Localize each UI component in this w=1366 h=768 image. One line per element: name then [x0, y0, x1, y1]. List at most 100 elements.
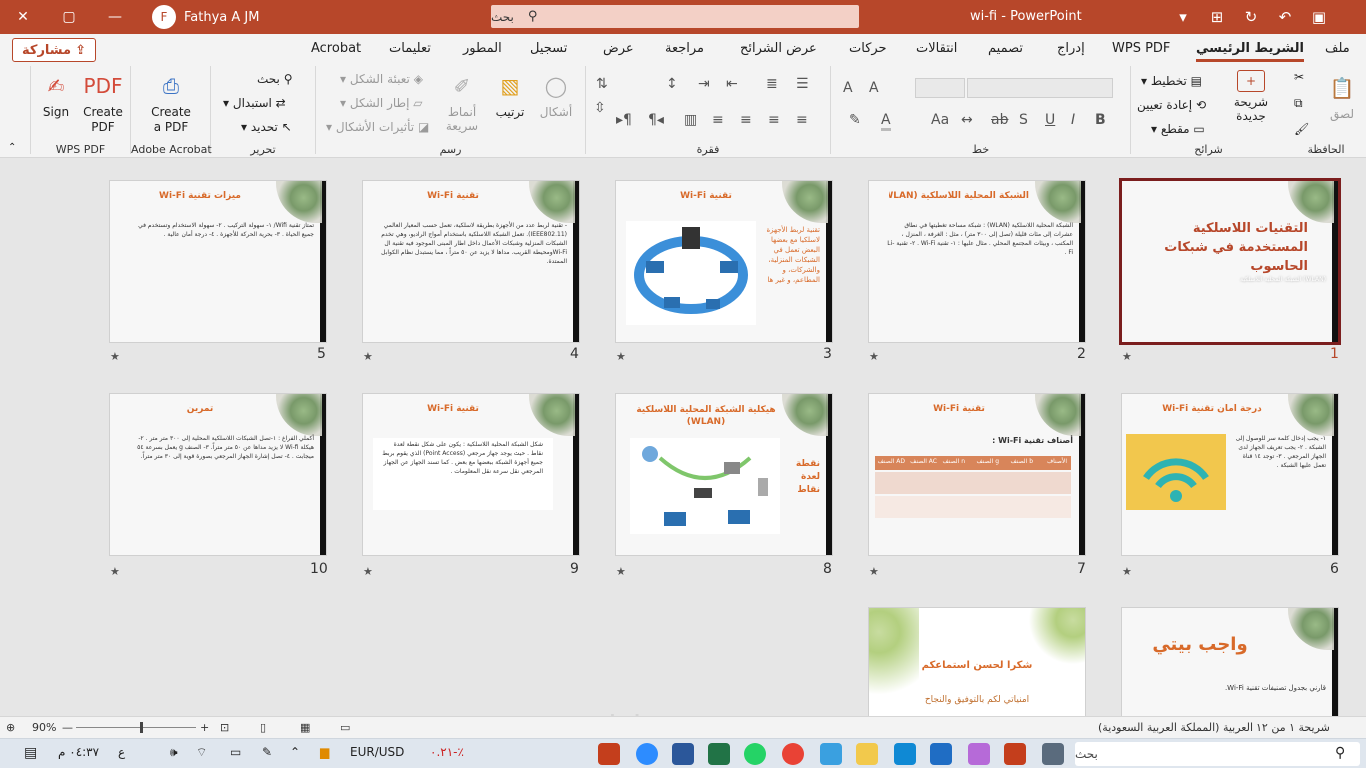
change-case-icon[interactable]: Aa	[931, 112, 949, 128]
minimize-icon[interactable]: —	[92, 0, 138, 34]
paste-button[interactable]: 📋 لصق	[1316, 72, 1366, 121]
align-center-icon[interactable]: ≡	[768, 112, 780, 128]
rtl-icon[interactable]: ¶◂	[648, 112, 664, 128]
shapes-button[interactable]: ◯ أشكال	[530, 70, 582, 119]
copilot-app-icon[interactable]	[968, 743, 990, 765]
slide-thumb-9[interactable]: تقنية Wi-Fi شكل الشبكة المحلية اللاسلكية…	[362, 393, 580, 556]
italic-icon[interactable]: I	[1071, 112, 1075, 128]
language-indicator[interactable]: العربية (المملكة العربية السعودية)	[1098, 721, 1253, 734]
tab-developer[interactable]: المطور	[463, 41, 502, 56]
format-painter-icon[interactable]: 🖌	[1294, 122, 1309, 136]
store-app-icon[interactable]	[820, 743, 842, 765]
title-search-box[interactable]: ⚲ بحث	[491, 5, 859, 28]
justify-icon[interactable]: ≡	[712, 112, 724, 128]
shape-effects-button[interactable]: ◪ تأثيرات الأشكال ▾	[326, 120, 429, 134]
columns-icon[interactable]: ▥	[684, 112, 697, 128]
acrobat-create-pdf-button[interactable]: ⎙ Create a PDF	[145, 70, 197, 135]
shrink-font-icon[interactable]: A	[869, 80, 879, 96]
notes-icon[interactable]: ▭	[340, 721, 350, 734]
zoom-slider-thumb[interactable]	[140, 722, 143, 733]
collapse-ribbon-icon[interactable]: ⌃	[8, 142, 16, 153]
outlook-app-icon[interactable]	[930, 743, 952, 765]
tab-acrobat[interactable]: Acrobat	[311, 41, 361, 56]
ltr-icon[interactable]: ▸¶	[616, 112, 632, 128]
zoom-in-icon[interactable]: +	[200, 721, 209, 734]
tab-review[interactable]: مراجعة	[665, 41, 704, 56]
tab-view[interactable]: عرض	[603, 41, 634, 56]
tab-file[interactable]: ملف	[1325, 41, 1350, 56]
slide-thumb-3[interactable]: تقنية Wi-Fi تقنية لربط الأجهزة لاسلكيا م…	[615, 180, 833, 343]
arrange-button[interactable]: ▧ ترتيب	[484, 70, 536, 119]
currency-pair[interactable]: EUR/USD	[350, 745, 404, 759]
zoom-app-icon[interactable]	[636, 743, 658, 765]
reading-view-icon[interactable]: ▯	[260, 721, 266, 734]
line-spacing-icon[interactable]: ↕	[666, 76, 678, 92]
slide-thumb-11[interactable]: واجب بيتي قارني بجدول تصنيفات تقنية Wi-F…	[1121, 607, 1339, 716]
slide-thumb-4[interactable]: تقنية Wi-Fi - تقنية لربط عدد من الأجهزة …	[362, 180, 580, 343]
tab-insert[interactable]: إدراج	[1057, 41, 1085, 56]
powerpoint-app-icon[interactable]	[1004, 743, 1026, 765]
close-icon[interactable]: ✕	[0, 0, 46, 34]
bold-icon[interactable]: B	[1095, 112, 1106, 128]
select-button[interactable]: ↖ تحديد ▾	[241, 120, 292, 134]
chrome-app-icon[interactable]	[782, 743, 804, 765]
tab-record[interactable]: تسجيل	[530, 41, 567, 56]
slide-sorter-view-icon[interactable]: ▦	[300, 721, 310, 734]
sign-button[interactable]: ✍ Sign	[33, 70, 79, 119]
input-language[interactable]: ع	[118, 745, 125, 759]
whatsapp-app-icon[interactable]	[744, 743, 766, 765]
maximize-icon[interactable]: ▢	[46, 0, 92, 34]
excel-app-icon[interactable]	[708, 743, 730, 765]
share-button[interactable]: مشاركة ⇪	[12, 38, 96, 62]
quick-styles-button[interactable]: ✐ أنماط سريعة	[436, 70, 488, 133]
battery-icon[interactable]: ▭	[230, 745, 241, 759]
pen-icon[interactable]: ✎	[262, 745, 272, 759]
undo-icon[interactable]: ↶	[1268, 0, 1302, 34]
section-button[interactable]: ▭ مقطع ▾	[1151, 122, 1205, 136]
slide-thumb-12[interactable]: شكراً لحسن استماعكم امنياتي لكم بالتوفيق…	[868, 607, 1086, 716]
find-button[interactable]: ⚲ بحث	[257, 72, 293, 86]
save-icon[interactable]: ▣	[1302, 0, 1336, 34]
powerpoint-app-icon[interactable]	[598, 743, 620, 765]
dropdown-arrow-icon[interactable]: ▾	[1166, 0, 1200, 34]
zoom-out-icon[interactable]: —	[62, 721, 73, 734]
increase-indent-icon[interactable]: ⇥	[698, 76, 710, 92]
slide-thumb-6[interactable]: درجة أمان تقنية Wi-Fi ١- يجب إدخال كلمة …	[1121, 393, 1339, 556]
wifi-icon[interactable]: ⌔	[196, 745, 207, 760]
font-name-box[interactable]	[967, 78, 1113, 98]
text-direction-icon[interactable]: ⇅	[596, 76, 608, 92]
slide-thumb-7[interactable]: تقنية Wi-Fi أصناف تقنية Wi-Fi : الأصناف …	[868, 393, 1086, 556]
notification-icon[interactable]: ▤	[24, 745, 37, 761]
font-color-icon[interactable]: A	[881, 112, 891, 131]
grow-font-icon[interactable]: A	[843, 80, 853, 96]
align-text-icon[interactable]: ⇳	[594, 100, 606, 116]
slide-thumb-1[interactable]: التقنيات اللاسلكية المستخدمة في شبكات ال…	[1119, 178, 1341, 345]
replace-button[interactable]: ⇄ استبدال ▾	[223, 96, 286, 110]
chevron-up-icon[interactable]: ⌃	[290, 745, 300, 759]
word-app-icon[interactable]	[672, 743, 694, 765]
tab-wps-pdf[interactable]: WPS PDF	[1112, 41, 1170, 56]
underline-icon[interactable]: U	[1045, 112, 1055, 128]
font-size-box[interactable]	[915, 78, 965, 98]
taskbar-search[interactable]: بحث	[1075, 742, 1360, 766]
redo-icon[interactable]: ↻	[1234, 0, 1268, 34]
new-slide-button[interactable]: + شريحة جديدة	[1225, 70, 1277, 123]
user-account[interactable]: F Fathya A JM	[152, 5, 259, 29]
volume-icon[interactable]: 🕪	[170, 745, 178, 760]
cut-icon[interactable]: ✂	[1294, 70, 1304, 84]
zoom-level[interactable]: 90%	[32, 721, 56, 734]
tab-help[interactable]: تعليمات	[389, 41, 431, 56]
slide-thumb-5[interactable]: ميزات تقنية Wi-Fi تمتاز تقنية Wifi/ ١- س…	[109, 180, 327, 343]
shadow-icon[interactable]: S	[1019, 112, 1028, 128]
layout-button[interactable]: ▤ تخطيط ▾	[1141, 74, 1202, 88]
slide-thumb-2[interactable]: الشبكة المحلية اللاسلكية (WLAN) الشبكة ا…	[868, 180, 1086, 343]
numbering-icon[interactable]: ≣	[766, 76, 778, 92]
zoom-slider[interactable]	[76, 722, 196, 733]
slide-thumb-8[interactable]: هيكلية الشبكة المحلية اللاسلكية (WLAN) ن…	[615, 393, 833, 556]
character-spacing-icon[interactable]: ↔	[961, 112, 973, 128]
tab-animations[interactable]: حركات	[849, 41, 887, 56]
file-explorer-icon[interactable]	[856, 743, 878, 765]
clock[interactable]: ٠٤:٣٧ م	[58, 745, 99, 759]
tab-transitions[interactable]: انتقالات	[916, 41, 957, 56]
slideshow-view-icon[interactable]: ⊡	[220, 721, 229, 734]
